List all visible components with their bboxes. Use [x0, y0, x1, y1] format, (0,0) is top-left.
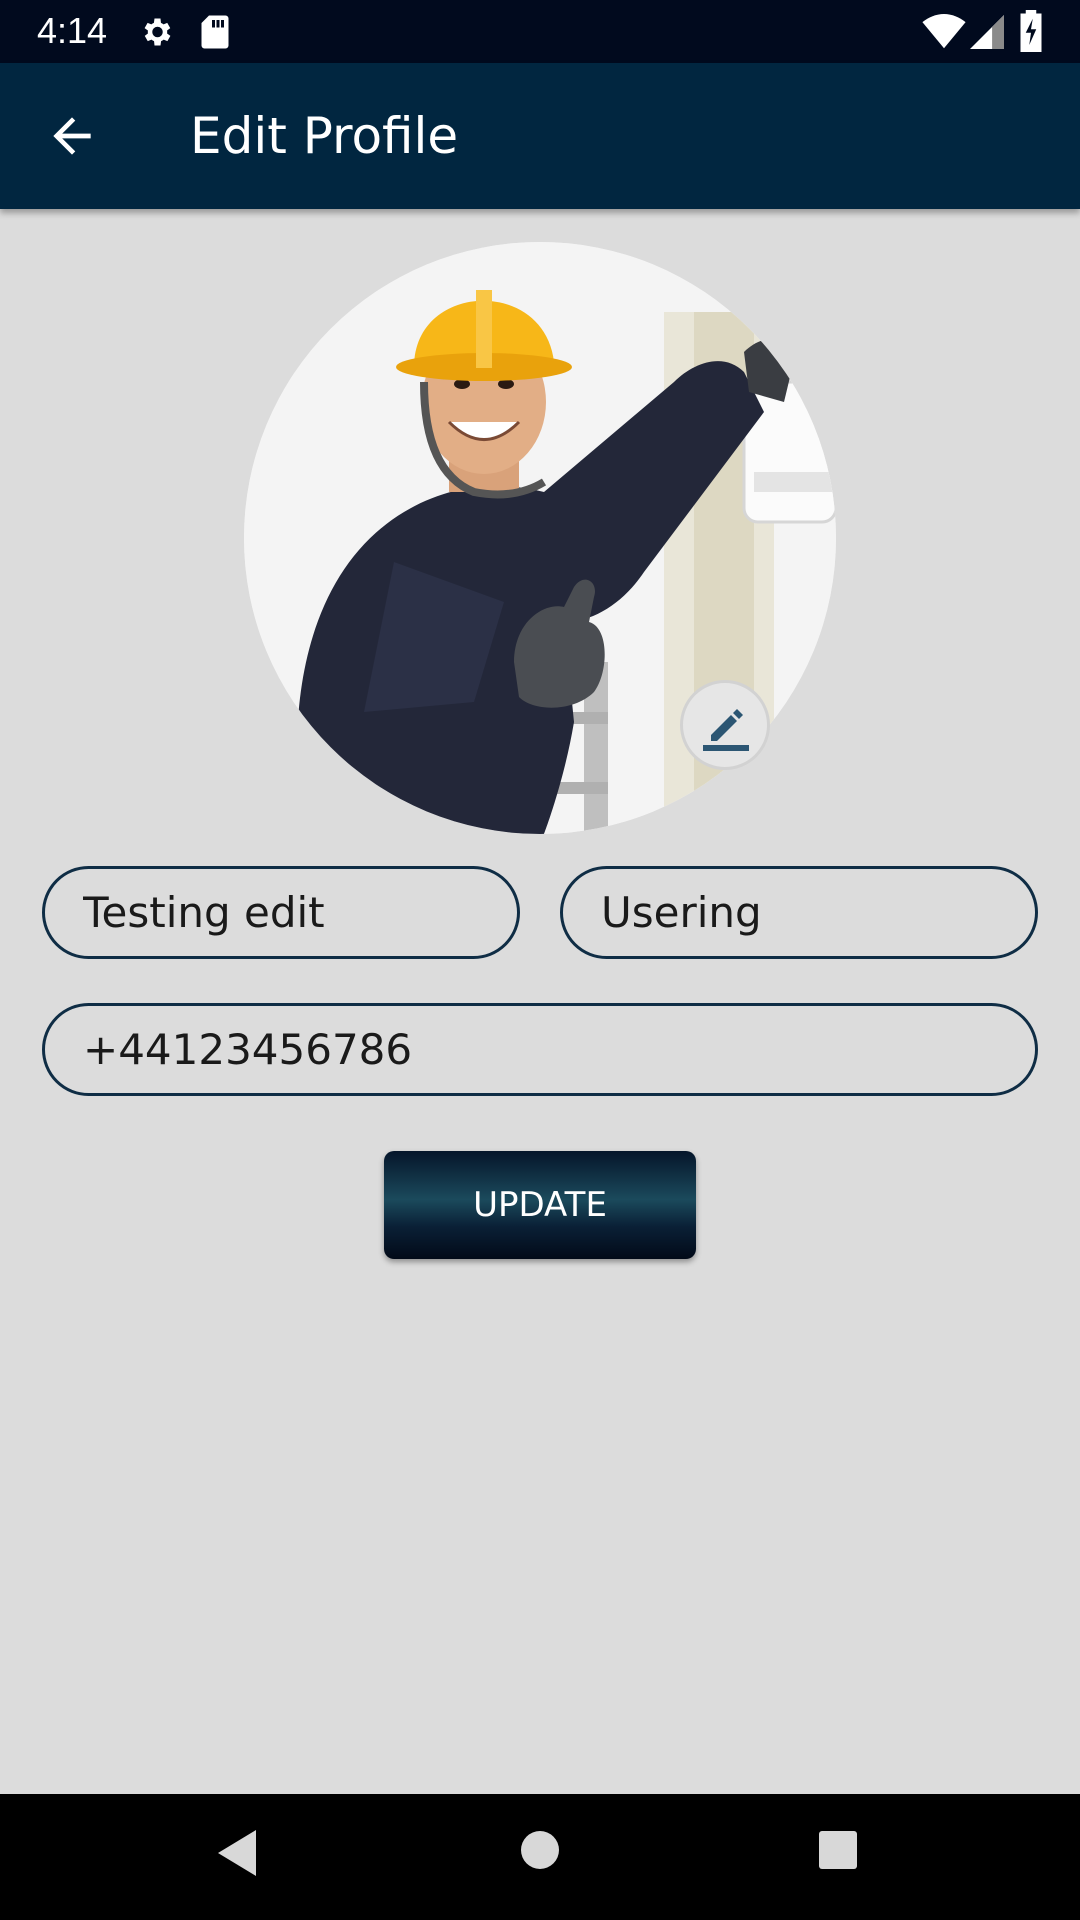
app-bar: Edit Profile — [0, 63, 1080, 209]
signal-icon — [970, 15, 1004, 49]
last-name-input[interactable] — [601, 888, 1035, 937]
wifi-icon — [922, 14, 966, 49]
first-name-field[interactable] — [42, 866, 520, 959]
navigation-bar — [0, 1794, 1080, 1920]
arrow-back-icon[interactable] — [44, 108, 100, 164]
update-button[interactable]: UPDATE — [384, 1151, 696, 1259]
phone-field[interactable] — [42, 1003, 1038, 1096]
page-title: Edit Profile — [190, 107, 459, 165]
pencil-icon — [703, 709, 749, 751]
edit-photo-button[interactable] — [680, 680, 770, 770]
sd-card-icon — [201, 15, 229, 49]
battery-charging-icon — [1020, 10, 1042, 52]
last-name-field[interactable] — [560, 866, 1038, 959]
settings-icon — [144, 18, 171, 46]
home-circle-icon[interactable] — [520, 1830, 560, 1870]
phone-input[interactable] — [83, 1025, 1035, 1074]
status-bar: 4:14 — [0, 0, 1080, 63]
status-time: 4:14 — [37, 10, 108, 51]
back-triangle-icon[interactable] — [216, 1828, 260, 1878]
first-name-input[interactable] — [83, 888, 517, 937]
profile-photo-container — [244, 242, 836, 834]
recents-square-icon[interactable] — [818, 1830, 858, 1870]
